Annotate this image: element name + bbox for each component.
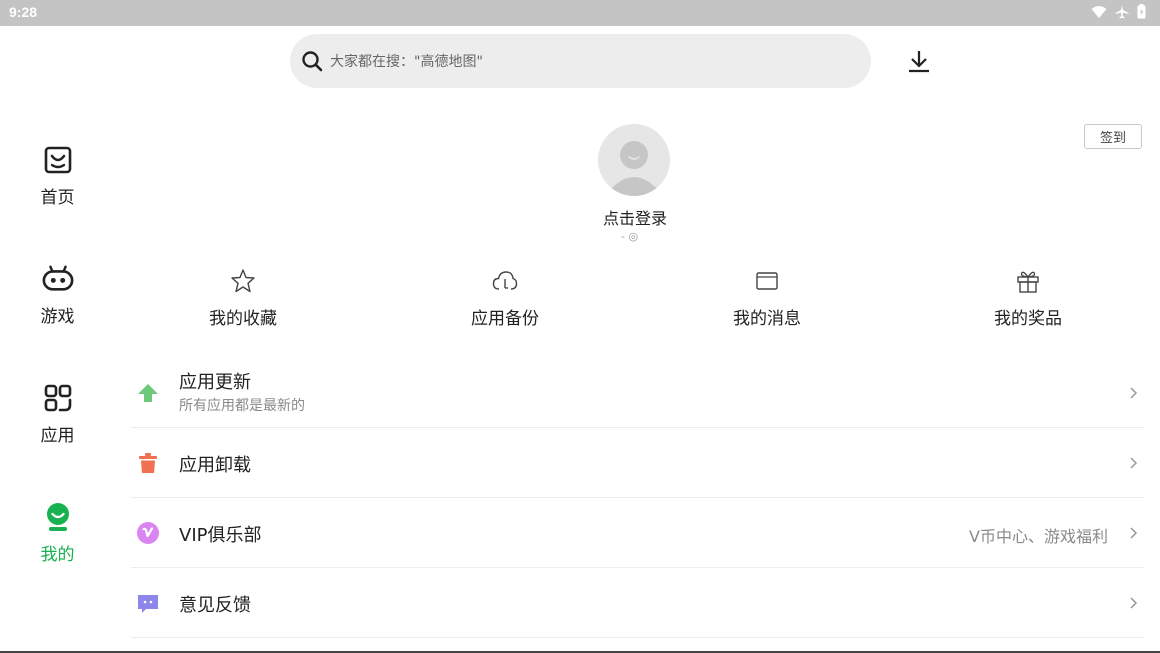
menu-item-app-update[interactable]: 应用更新 所有应用都是最新的 <box>131 358 1144 428</box>
quick-prizes[interactable]: 我的奖品 <box>958 268 1098 329</box>
gamepad-icon <box>42 263 74 295</box>
star-icon <box>230 268 256 294</box>
profile-sub-mark: - ◎ <box>621 230 639 243</box>
menu-title: VIP俱乐部 <box>179 525 262 546</box>
nav-item-games[interactable]: 游戏 <box>0 263 115 343</box>
quick-backup[interactable]: 应用备份 <box>435 268 575 329</box>
gift-icon <box>1015 268 1041 294</box>
menu-title: 应用更新 <box>179 372 251 393</box>
home-icon <box>42 144 74 176</box>
chevron-right-icon <box>1127 385 1139 401</box>
feedback-icon <box>136 591 160 615</box>
nav-label: 首页 <box>40 188 75 208</box>
menu-subtitle: 所有应用都是最新的 <box>179 398 305 414</box>
menu-title: 应用卸载 <box>179 455 251 476</box>
profile-icon <box>42 501 74 533</box>
nav-item-mine[interactable]: 我的 <box>0 501 115 581</box>
menu-item-vip-club[interactable]: VIP俱乐部 V币中心、游戏福利 <box>131 498 1144 568</box>
quick-messages[interactable]: 我的消息 <box>697 268 837 329</box>
menu-item-app-uninstall[interactable]: 应用卸载 <box>131 428 1144 498</box>
download-icon[interactable] <box>906 48 932 74</box>
wifi-icon <box>1091 5 1107 19</box>
search-icon <box>301 50 323 72</box>
cloud-backup-icon <box>492 268 518 294</box>
trash-icon <box>136 451 160 475</box>
chevron-right-icon <box>1127 455 1139 471</box>
avatar[interactable] <box>598 124 670 196</box>
nav-label: 应用 <box>40 426 75 446</box>
menu-title: 意见反馈 <box>179 595 251 616</box>
login-label[interactable]: 点击登录 <box>560 205 710 229</box>
status-icons <box>1091 4 1146 19</box>
nav-item-home[interactable]: 首页 <box>0 144 115 224</box>
nav-label: 游戏 <box>40 307 75 327</box>
quick-favorites[interactable]: 我的收藏 <box>173 268 313 329</box>
search-bar[interactable]: 大家都在搜："高德地图" <box>290 34 871 88</box>
status-time: 9:28 <box>9 4 38 20</box>
chevron-right-icon <box>1127 595 1139 611</box>
nav-label: 我的 <box>40 545 75 565</box>
signin-button[interactable]: 签到 <box>1084 124 1142 149</box>
quick-label: 应用备份 <box>471 309 539 329</box>
menu-right-text: V币中心、游戏福利 <box>969 527 1108 546</box>
vip-icon <box>136 521 160 545</box>
search-placeholder: 大家都在搜："高德地图" <box>330 54 483 70</box>
quick-label: 我的收藏 <box>209 309 277 329</box>
apps-icon <box>42 382 74 414</box>
battery-icon <box>1137 4 1146 19</box>
menu-item-feedback[interactable]: 意见反馈 <box>131 568 1144 638</box>
quick-label: 我的奖品 <box>994 309 1062 329</box>
airplane-icon <box>1115 5 1129 19</box>
nav-item-apps[interactable]: 应用 <box>0 382 115 462</box>
status-bar: 9:28 <box>0 0 1160 26</box>
update-arrow-icon <box>136 381 160 405</box>
default-avatar-icon <box>598 124 670 196</box>
quick-label: 我的消息 <box>733 309 801 329</box>
message-icon <box>754 268 780 294</box>
chevron-right-icon <box>1127 525 1139 541</box>
